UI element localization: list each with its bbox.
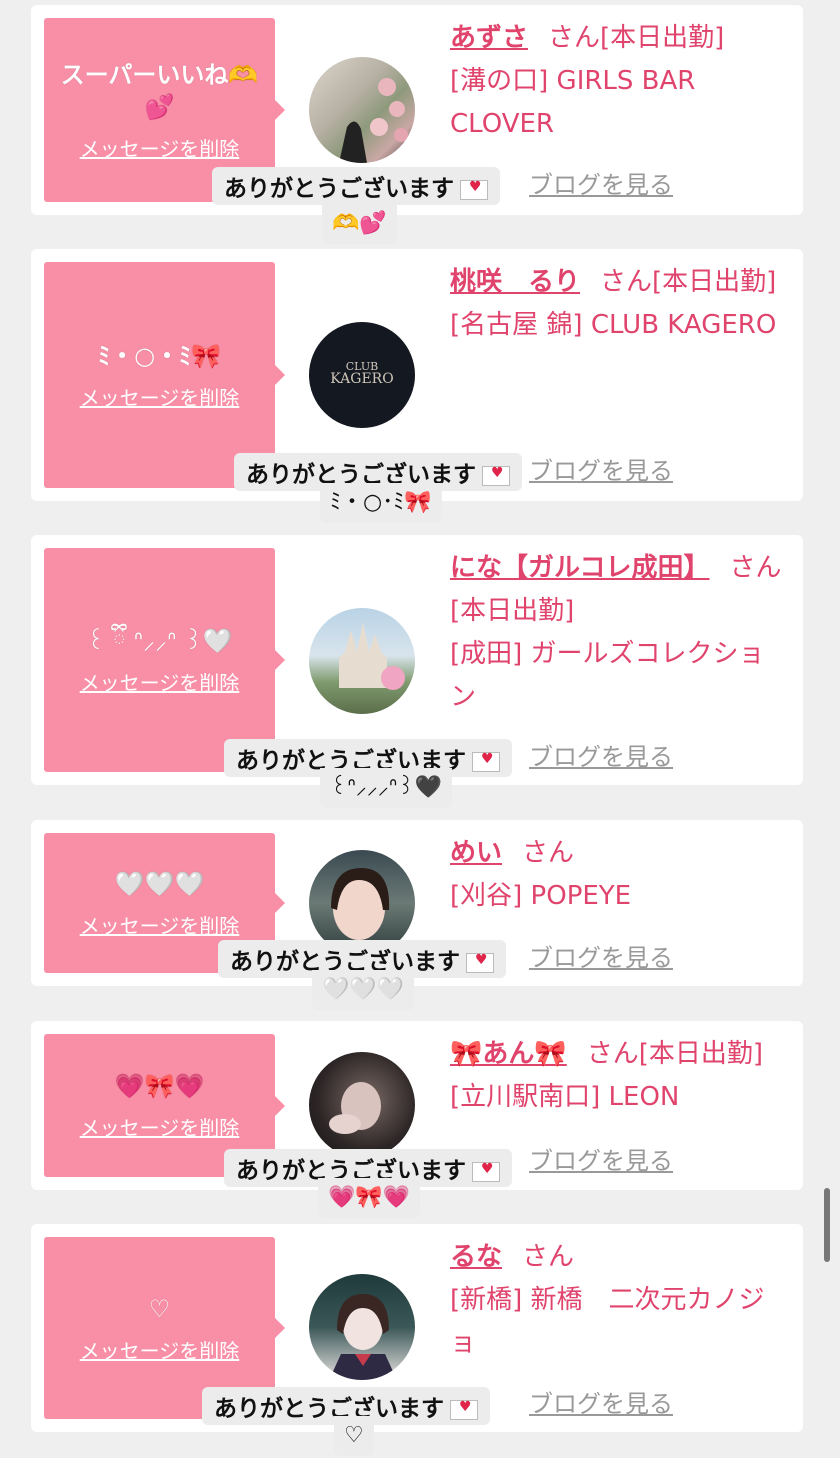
message-text: ꒰ ྀི ᐢ⸝⸝ᐢ ꒱🤍 <box>86 626 233 655</box>
reply-message: ありがとうございます <box>212 167 500 205</box>
delete-message-link[interactable]: メッセージを削除 <box>80 910 240 939</box>
love-letter-icon <box>450 1399 478 1420</box>
view-blog-link[interactable]: ブログを見る <box>529 737 673 772</box>
avatar[interactable] <box>309 1274 415 1380</box>
avatar-logo-line2: KAGERO <box>330 371 394 387</box>
status-text: [本日出勤] <box>652 267 777 297</box>
shop-text: [成田] ガールズコレクション <box>450 639 765 712</box>
shop-text: [新橋] 新橋 二次元カノジョ <box>450 1285 765 1358</box>
status-text: [本日出勤] <box>600 23 725 53</box>
love-letter-icon <box>466 952 494 973</box>
shop-text: [溝の口] GIRLS BAR CLOVER <box>450 66 696 139</box>
reply-text: ありがとうございます <box>224 176 454 202</box>
honorific: さん <box>600 267 653 297</box>
reply-sub-text: 🫶💕 <box>322 204 397 244</box>
message-text: 🤍🤍🤍 <box>114 869 205 898</box>
delete-message-link[interactable]: メッセージを削除 <box>80 133 240 162</box>
honorific: さん <box>522 1242 575 1272</box>
delete-message-link[interactable]: メッセージを削除 <box>80 667 240 696</box>
avatar-image <box>329 1294 397 1380</box>
girl-name-link[interactable]: あずさ <box>450 23 528 53</box>
girl-info: にな【ガルコレ成田】 さん [本日出勤] [成田] ガールズコレクション <box>450 547 788 719</box>
view-blog-link[interactable]: ブログを見る <box>529 165 673 200</box>
girl-info: 🎀あん🎀 さん[本日出勤] [立川駅南口] LEON <box>450 1033 788 1119</box>
view-blog-link[interactable]: ブログを見る <box>529 451 673 486</box>
reply-sub-text: ♡ <box>334 1416 374 1456</box>
status-text: [本日出勤] <box>450 596 575 626</box>
reply-text: ありがとうございます <box>214 1396 444 1422</box>
reply-sub-text: 💗🎀💗 <box>318 1178 421 1218</box>
scrollbar[interactable] <box>824 1188 830 1262</box>
delete-message-link[interactable]: メッセージを削除 <box>80 1335 240 1364</box>
message-text: ♡ <box>148 1294 171 1323</box>
girl-info: あずさ さん[本日出勤] [溝の口] GIRLS BAR CLOVER <box>450 17 788 146</box>
honorific: さん <box>548 23 601 53</box>
avatar-logo: CLUB KAGERO <box>309 360 415 386</box>
message-text: ﾐ・○・ﾐ🎀 <box>98 341 221 370</box>
shop-text: [立川駅南口] LEON <box>450 1082 680 1112</box>
girl-name-link[interactable]: にな【ガルコレ成田】 <box>450 553 709 583</box>
love-letter-icon <box>472 751 500 772</box>
girl-name-link[interactable]: るな <box>450 1242 502 1272</box>
status-text: [本日出勤] <box>638 1039 764 1069</box>
avatar-image <box>329 1082 381 1134</box>
message-text: スーパーいいね🫶💕 <box>60 60 259 121</box>
love-letter-icon <box>460 179 488 200</box>
view-blog-link[interactable]: ブログを見る <box>529 938 673 973</box>
avatar[interactable]: CLUB KAGERO <box>309 322 415 428</box>
girl-name-link[interactable]: 🎀あん🎀 <box>450 1039 567 1069</box>
avatar-image <box>339 622 405 690</box>
avatar[interactable] <box>309 608 415 714</box>
message-text: 💗🎀💗 <box>114 1072 205 1100</box>
avatar[interactable] <box>309 1052 415 1158</box>
reply-sub-text: ꒰ᐢ⸝⸝⸝ᐢ꒱🖤 <box>320 768 452 808</box>
view-blog-link[interactable]: ブログを見る <box>529 1141 673 1176</box>
girl-info: 桃咲 るり さん[本日出勤] [名古屋 錦] CLUB KAGERO <box>450 261 788 347</box>
delete-message-link[interactable]: メッセージを削除 <box>80 1112 240 1141</box>
avatar[interactable] <box>309 57 415 163</box>
love-letter-icon <box>472 1161 500 1182</box>
love-letter-icon <box>482 465 510 486</box>
shop-text: [刈谷] POPEYE <box>450 881 632 911</box>
reactions-page: { "theme": {"accent":"#e0446d","bubble":… <box>0 0 840 1458</box>
honorific: さん <box>522 838 575 868</box>
girl-info: るな さん [新橋] 新橋 二次元カノジョ <box>450 1236 788 1365</box>
delete-message-link[interactable]: メッセージを削除 <box>80 382 240 411</box>
reply-sub-text: 🤍🤍🤍 <box>312 970 415 1010</box>
honorific: さん <box>729 553 782 583</box>
girl-info: めい さん [刈谷] POPEYE <box>450 832 788 918</box>
shop-text: [名古屋 錦] CLUB KAGERO <box>450 310 777 340</box>
avatar-image <box>339 78 408 163</box>
honorific: さん <box>586 1039 639 1069</box>
girl-name-link[interactable]: めい <box>450 838 502 868</box>
girl-name-link[interactable]: 桃咲 るり <box>450 267 580 297</box>
reply-sub-text: ﾐ・○･ﾐ🎀 <box>320 483 442 523</box>
view-blog-link[interactable]: ブログを見る <box>529 1384 673 1419</box>
